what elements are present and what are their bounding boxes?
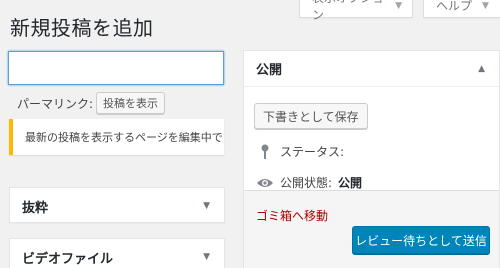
publish-header[interactable]: 公開 ▲ [244, 51, 499, 87]
visibility-value: 公開 [338, 176, 363, 190]
notice-box: 最新の投稿を表示するページを編集中です。 [9, 119, 224, 155]
screen-options-tab[interactable]: 表示オプション ▼ [299, 0, 413, 22]
help-label: ヘルプ [436, 0, 473, 13]
view-post-button[interactable]: 投稿を表示 [96, 92, 166, 114]
pin-icon [256, 144, 274, 160]
page-title: 新規投稿を追加 [10, 16, 154, 40]
excerpt-box: 抜粋 ▼ [9, 187, 225, 223]
publish-body: 下書きとして保存 ステータス: 公開状態: 公開 [244, 87, 499, 199]
post-title-input[interactable] [8, 51, 224, 85]
publish-box: 公開 ▲ 下書きとして保存 ステータス: 公開状態: 公開 ゴミ箱へ移動 レビュ… [243, 50, 500, 268]
screen-options-label: 表示オプション [312, 0, 384, 22]
status-row: ステータス: [254, 143, 489, 160]
publish-actions: ゴミ箱へ移動 レビュー待ちとして送信 [244, 190, 499, 268]
chevron-down-icon: ▼ [395, 0, 402, 11]
publish-title: 公開 [256, 63, 283, 78]
chevron-down-icon[interactable]: ▼ [203, 252, 210, 262]
permalink-label: パーマリンク: [17, 96, 94, 111]
chevron-down-icon[interactable]: ▼ [203, 201, 210, 211]
excerpt-header[interactable]: 抜粋 ▼ [10, 188, 224, 224]
chevron-down-icon: ▼ [482, 0, 489, 11]
eye-icon [256, 177, 274, 189]
save-draft-button[interactable]: 下書きとして保存 [254, 103, 368, 129]
help-tab[interactable]: ヘルプ ▼ [423, 0, 500, 18]
chevron-up-icon[interactable]: ▲ [478, 64, 485, 74]
video-file-title: ビデオファイル [22, 251, 114, 267]
excerpt-title: 抜粋 [22, 200, 49, 216]
visibility-label: 公開状態: [280, 176, 333, 190]
visibility-row: 公開状態: 公開 [254, 174, 489, 191]
submit-for-review-button[interactable]: レビュー待ちとして送信 [352, 226, 490, 254]
video-file-header[interactable]: ビデオファイル ▼ [10, 239, 224, 268]
status-label: ステータス: [280, 145, 345, 159]
video-file-box: ビデオファイル ▼ [9, 238, 225, 268]
notice-text: 最新の投稿を表示するページを編集中です。 [25, 131, 224, 144]
move-to-trash-link[interactable]: ゴミ箱へ移動 [256, 207, 328, 224]
permalink-row: パーマリンク: 投稿を表示 [17, 92, 166, 114]
